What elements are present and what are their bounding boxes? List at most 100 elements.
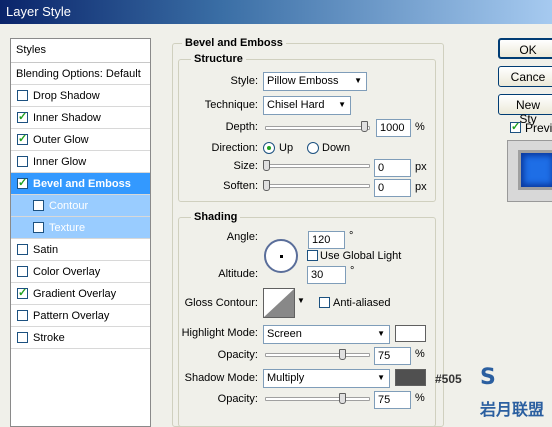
angle-input[interactable]: 120 <box>308 231 345 249</box>
highlight-opacity-track[interactable] <box>265 353 370 357</box>
style-item-texture[interactable]: Texture <box>11 217 150 239</box>
shading-title: Shading <box>191 211 241 223</box>
chevron-down-icon: ▼ <box>377 329 385 338</box>
style-item-outer-glow[interactable]: Outer Glow <box>11 129 150 151</box>
soften-label: Soften: <box>223 180 258 192</box>
global-light-label[interactable]: Use Global Light <box>320 250 401 262</box>
style-select[interactable]: Pillow Emboss ▼ <box>263 72 367 91</box>
style-preview <box>507 140 552 202</box>
highlight-opacity-label: Opacity: <box>217 349 258 361</box>
style-item-gradient-overlay[interactable]: Gradient Overlay <box>11 283 150 305</box>
size-input[interactable]: 0 <box>374 159 411 177</box>
style-item-inner-glow[interactable]: Inner Glow <box>11 151 150 173</box>
style-item-label: Contour <box>49 199 89 212</box>
cancel-button[interactable]: Cance <box>498 66 552 87</box>
style-checkbox[interactable] <box>17 156 28 167</box>
style-checkbox[interactable] <box>17 132 28 145</box>
style-item-label: Inner Glow <box>33 155 87 168</box>
style-checkbox[interactable] <box>33 200 44 211</box>
style-item-label: Pattern Overlay <box>33 309 110 322</box>
structure-title: Structure <box>191 53 246 65</box>
watermark-hex: #505 <box>435 372 462 386</box>
direction-down-radio[interactable] <box>307 142 319 154</box>
blending-options[interactable]: Blending Options: Default <box>11 63 150 85</box>
style-item-color-overlay[interactable]: Color Overlay <box>11 261 150 283</box>
ok-button[interactable]: OK <box>498 38 552 59</box>
bevel-title: Bevel and Emboss <box>182 37 286 49</box>
styles-list: Styles Blending Options: Default Drop Sh… <box>10 38 151 427</box>
style-item-satin[interactable]: Satin <box>11 239 150 261</box>
style-item-inner-shadow[interactable]: Inner Shadow <box>11 107 150 129</box>
contour-curve-icon <box>264 289 294 317</box>
style-item-label: Drop Shadow <box>33 89 100 102</box>
gloss-contour-preview[interactable] <box>263 288 295 318</box>
watermark-logo-icon: S <box>480 365 496 390</box>
size-slider-track[interactable] <box>265 164 370 168</box>
style-checkbox[interactable] <box>17 244 28 255</box>
shadow-opacity-thumb[interactable] <box>339 393 346 404</box>
soften-input[interactable]: 0 <box>374 179 411 197</box>
direction-up-radio[interactable] <box>263 142 275 154</box>
shadow-mode-select[interactable]: Multiply ▼ <box>263 369 390 388</box>
soften-unit: px <box>415 181 427 193</box>
depth-slider-thumb[interactable] <box>361 121 368 132</box>
style-item-contour[interactable]: Contour <box>11 195 150 217</box>
angle-label: Angle: <box>226 231 258 243</box>
style-item-label: Gradient Overlay <box>33 287 117 300</box>
style-item-pattern-overlay[interactable]: Pattern Overlay <box>11 305 150 327</box>
style-item-label: Stroke <box>33 331 65 344</box>
anti-aliased-label[interactable]: Anti-aliased <box>333 297 390 309</box>
preview-swatch <box>518 150 552 190</box>
highlight-opacity-input[interactable]: 75 <box>374 347 411 365</box>
style-checkbox[interactable] <box>17 110 28 123</box>
depth-input[interactable]: 1000 <box>376 119 411 137</box>
depth-label: Depth: <box>225 121 258 133</box>
style-checkbox[interactable] <box>17 176 28 189</box>
gloss-contour-label: Gloss Contour: <box>184 297 258 309</box>
highlight-opacity-thumb[interactable] <box>339 349 346 360</box>
highlight-opacity-unit: % <box>415 348 425 360</box>
altitude-unit: ° <box>350 265 355 277</box>
style-item-label: Inner Shadow <box>33 111 101 124</box>
shadow-mode-value: Multiply <box>267 372 305 384</box>
style-checkbox[interactable] <box>17 332 28 343</box>
shadow-opacity-label: Opacity: <box>217 393 258 405</box>
chevron-down-icon: ▼ <box>354 76 362 85</box>
styles-header[interactable]: Styles <box>11 39 150 63</box>
style-item-drop-shadow[interactable]: Drop Shadow <box>11 85 150 107</box>
highlight-color-swatch[interactable] <box>395 325 426 342</box>
style-checkbox[interactable] <box>33 222 44 233</box>
style-checkbox[interactable] <box>17 90 28 101</box>
highlight-mode-label: Highlight Mode: <box>181 327 258 339</box>
soften-slider-track[interactable] <box>265 184 370 188</box>
style-item-label: Color Overlay <box>33 265 101 278</box>
shadow-mode-label: Shadow Mode: <box>184 372 258 384</box>
highlight-mode-value: Screen <box>267 328 302 340</box>
depth-slider-track[interactable] <box>265 126 370 130</box>
size-slider-thumb[interactable] <box>263 160 270 171</box>
style-item-bevel-and-emboss[interactable]: Bevel and Emboss <box>11 173 150 195</box>
preview-label[interactable]: Previ <box>525 121 552 135</box>
new-style-button[interactable]: New Sty <box>498 94 552 126</box>
direction-up-label[interactable]: Up <box>279 142 293 154</box>
anti-aliased-checkbox[interactable] <box>319 297 330 308</box>
altitude-input[interactable]: 30 <box>307 266 346 284</box>
direction-down-label[interactable]: Down <box>322 142 350 154</box>
preview-checkbox[interactable] <box>510 120 521 133</box>
style-checkbox[interactable] <box>17 266 28 277</box>
shadow-opacity-unit: % <box>415 392 425 404</box>
style-checkbox[interactable] <box>17 286 28 299</box>
global-light-checkbox[interactable] <box>307 250 318 261</box>
style-item-stroke[interactable]: Stroke <box>11 327 150 349</box>
technique-select[interactable]: Chisel Hard ▼ <box>263 96 351 115</box>
highlight-mode-select[interactable]: Screen ▼ <box>263 325 390 344</box>
direction-label: Direction: <box>211 142 258 154</box>
soften-slider-thumb[interactable] <box>263 180 270 191</box>
shadow-color-swatch[interactable] <box>395 369 426 386</box>
chevron-down-icon[interactable]: ▼ <box>297 296 305 305</box>
shadow-opacity-input[interactable]: 75 <box>374 391 411 409</box>
title-bar: Layer Style <box>0 0 552 24</box>
angle-dial[interactable] <box>264 239 298 273</box>
style-checkbox[interactable] <box>17 310 28 321</box>
shadow-opacity-track[interactable] <box>265 397 370 401</box>
